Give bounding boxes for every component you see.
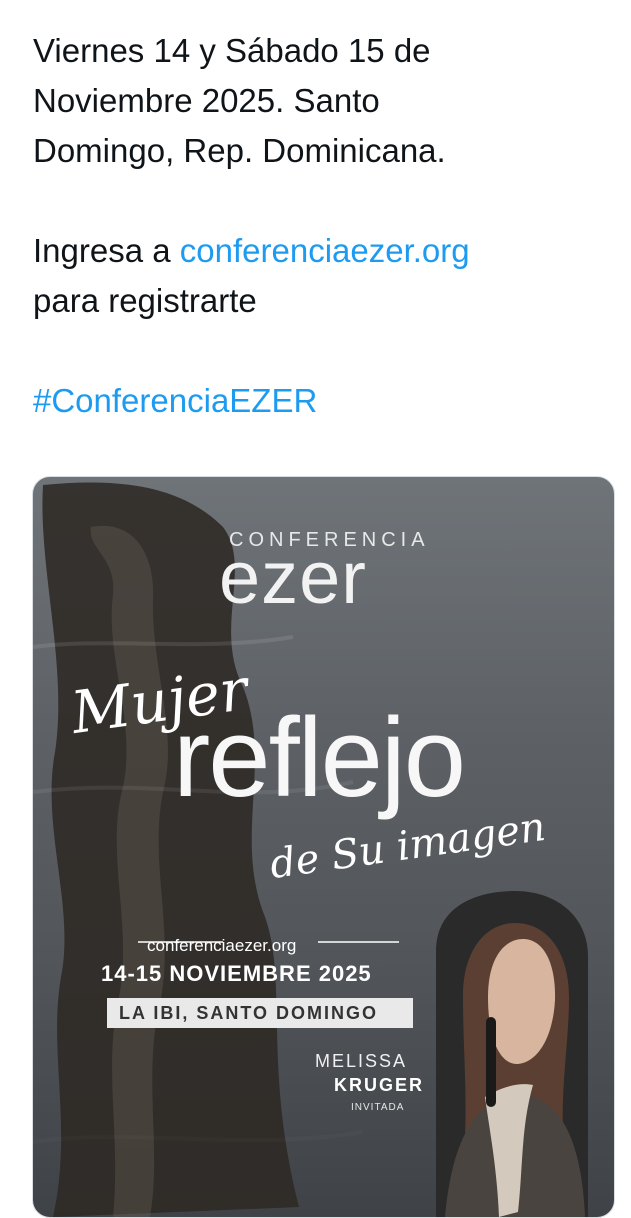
title-main: reflejo <box>173 695 466 820</box>
registration-link[interactable]: conferenciaezer.org <box>180 232 470 269</box>
tweet-register-line: Ingresa a conferenciaezer.org <box>33 226 613 276</box>
poster-website: conferenciaezer.org <box>147 936 297 955</box>
tweet-date-line-2: Noviembre 2025. Santo <box>33 82 380 119</box>
brand-logo: ezer <box>219 536 367 619</box>
tweet-body: Viernes 14 y Sábado 15 de Noviembre 2025… <box>33 26 613 426</box>
microphone-icon <box>486 1017 496 1107</box>
register-prefix: Ingresa a <box>33 232 180 269</box>
event-venue: LA IBI, SANTO DOMINGO <box>119 1003 379 1023</box>
speaker-first-name: MELISSA <box>315 1051 408 1071</box>
tweet-media[interactable]: CONFERENCIA ezer Mujer reflejo de Su ima… <box>32 476 615 1218</box>
speaker-last-name: KRUGER <box>334 1075 425 1095</box>
hashtag-link[interactable]: #ConferenciaEZER <box>33 382 317 419</box>
tweet-date-line-3: Domingo, Rep. Dominicana. <box>33 132 446 169</box>
speaker-role: INVITADA <box>351 1102 405 1113</box>
tweet-register-suffix: para registrarte <box>33 282 257 319</box>
tweet-date-line-1: Viernes 14 y Sábado 15 de <box>33 32 431 69</box>
event-dates: 14-15 NOVIEMBRE 2025 <box>101 961 372 986</box>
